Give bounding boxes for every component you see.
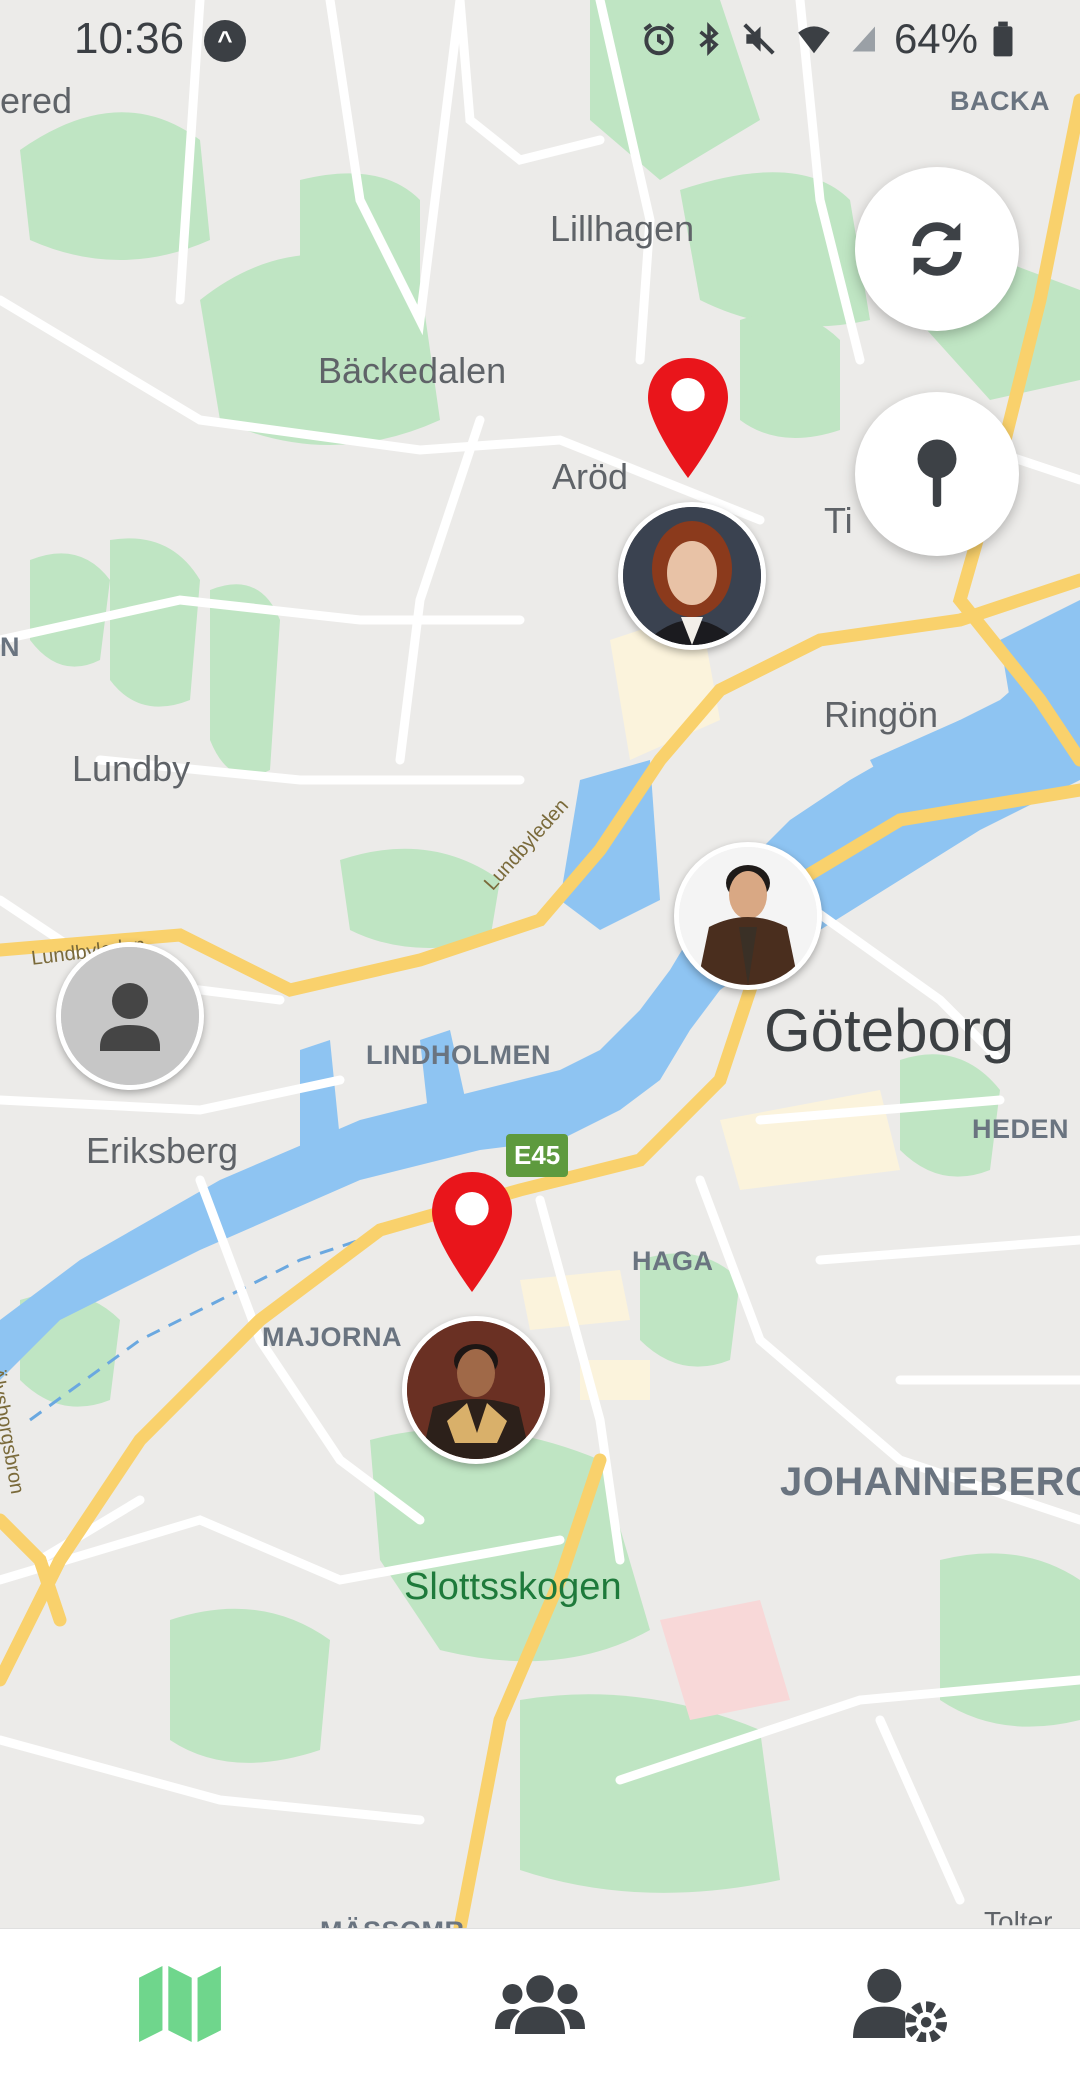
map-label-ringon: Ringön — [824, 694, 939, 735]
map-label-goteborg: Göteborg — [764, 997, 1015, 1064]
location-pin-icon[interactable] — [432, 1172, 512, 1292]
map-label-backedalen: Bäckedalen — [318, 350, 507, 391]
friend-avatar[interactable] — [402, 1316, 550, 1464]
signal-icon — [852, 26, 875, 52]
location-pin-icon[interactable] — [648, 358, 728, 478]
mute-icon — [743, 23, 775, 55]
avatar-photo — [679, 847, 817, 985]
map-label-ered: ered — [0, 80, 73, 121]
map-label-johanneberg: JOHANNEBERG — [780, 1460, 1080, 1504]
person-icon — [61, 947, 199, 1085]
battery-percent: 64% — [893, 15, 978, 62]
map-label-haga: HAGA — [632, 1246, 714, 1276]
status-bar: 10:36 ^ 64% — [0, 0, 1080, 80]
drop-pin-button[interactable] — [855, 392, 1019, 556]
current-user-avatar[interactable] — [56, 942, 204, 1090]
status-icons: 64% — [640, 14, 1014, 64]
map-label-lindholmen: LINDHOLMEN — [366, 1040, 551, 1070]
tab-map[interactable] — [0, 1929, 360, 2078]
map-label-eriksberg: Eriksberg — [86, 1130, 239, 1171]
tab-friends[interactable] — [360, 1929, 720, 2078]
map-icon — [139, 1965, 221, 2042]
pushpin-icon — [917, 439, 957, 507]
tab-account-settings[interactable] — [720, 1929, 1080, 2078]
avatar-photo — [623, 507, 761, 645]
navigation-arrow-icon: ^ — [204, 20, 246, 62]
users-icon — [495, 1974, 585, 2034]
map-label-heden: HEDEN — [972, 1114, 1070, 1144]
map-label-tingstad: Ti — [824, 500, 853, 541]
alarm-icon — [643, 23, 675, 56]
bottom-nav — [0, 1928, 1080, 2078]
map-label-arod: Aröd — [552, 456, 629, 497]
avatar-photo — [407, 1321, 545, 1459]
bluetooth-icon — [699, 21, 719, 57]
friend-avatar[interactable] — [618, 502, 766, 650]
status-time: 10:36 — [74, 14, 185, 63]
map-label-majorna: MAJORNA — [262, 1322, 403, 1352]
e45-road-shield: E45 — [506, 1134, 569, 1177]
user-settings-icon — [853, 1968, 947, 2042]
map-label-lillhagen: Lillhagen — [550, 208, 695, 249]
map-label-lundby: Lundby — [72, 748, 191, 789]
map-label-n-edge: N — [0, 632, 20, 662]
refresh-icon — [912, 222, 962, 276]
refresh-button[interactable] — [855, 167, 1019, 331]
wifi-icon — [798, 26, 830, 54]
battery-icon — [993, 21, 1013, 57]
map-label-slottsskogen: Slottsskogen — [404, 1566, 622, 1608]
map-label-backa: BACKA — [950, 86, 1050, 116]
friend-avatar[interactable] — [674, 842, 822, 990]
